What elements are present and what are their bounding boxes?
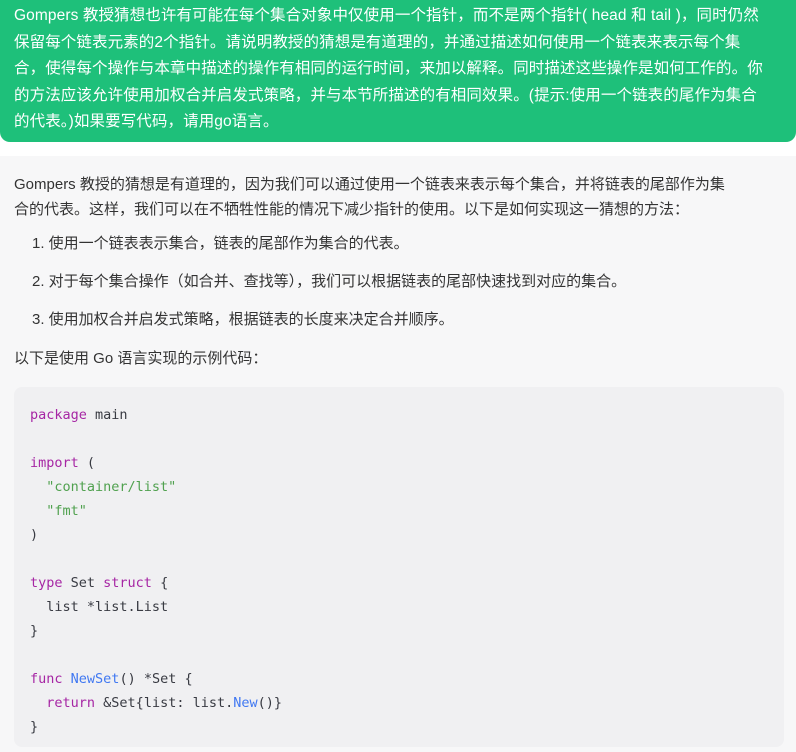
code-text: ()} [257, 695, 282, 711]
step-item-1: 1. 使用一个链表表示集合，链表的尾部作为集合的代表。 [32, 235, 409, 252]
code-text: ) [30, 527, 39, 543]
code-text: list [30, 599, 87, 615]
code-keyword: struct [103, 575, 152, 591]
code-block[interactable]: package main import ( "container/list" "… [14, 387, 784, 747]
step-item-2: 2. 对于每个集合操作（如合并、查找等），我们可以根据链表的尾部快速找到对应的集… [32, 273, 627, 290]
code-content: package main import ( "container/list" "… [30, 403, 768, 739]
answer-intro: Gompers 教授的猜想是有道理的，因为我们可以通过使用一个链表来表示每个集合… [14, 172, 782, 222]
code-text: { [151, 575, 169, 591]
code-text: () *Set { [119, 671, 193, 687]
code-text: *list.List [86, 599, 169, 615]
question-line-2: 保留每个链表元素的2个指针。请说明教授的猜想是有道理的，并通过描述如何使用一个链… [14, 33, 741, 51]
step-item-3: 3. 使用加权合并启发式策略，根据链表的长度来决定合并顺序。 [32, 311, 454, 328]
code-lead-text: 以下是使用 Go 语言实现的示例代码： [14, 350, 268, 367]
question-line-1: Gompers 教授猜想也许有可能在每个集合对象中仅使用一个指针，而不是两个指针… [14, 7, 759, 24]
assistant-answer: Gompers 教授的猜想是有道理的，因为我们可以通过使用一个链表来表示每个集合… [0, 156, 796, 752]
code-keyword: type [30, 575, 63, 591]
code-string: "fmt" [46, 503, 87, 519]
code-text: } [30, 623, 39, 639]
answer-intro-line-2: 合的代表。这样，我们可以在不牺牲性能的情况下减少指针的使用。以下是如何实现这一猜… [14, 201, 690, 218]
question-line-5: 的代表。)如果要写代码，请用go语言。 [14, 113, 279, 130]
question-line-3: 合，使得每个操作与本章中描述的操作有相同的运行时间，来加以解释。同时描述这些操作… [14, 60, 763, 77]
code-text: } [30, 719, 39, 735]
code-function: New [233, 695, 258, 711]
user-question-bubble: Gompers 教授猜想也许有可能在每个集合对象中仅使用一个指针，而不是两个指针… [0, 0, 796, 142]
question-line-4: 的方法应该允许使用加权合并启发式策略，并与本节所描述的有相同效果。(提示:使用一… [14, 86, 757, 104]
code-text: main [86, 407, 128, 423]
code-keyword: func [30, 671, 63, 687]
message-separator [0, 142, 796, 156]
code-keyword: package [30, 407, 87, 423]
code-keyword: import [30, 455, 79, 471]
code-text: Set [62, 575, 104, 591]
code-string: "container/list" [46, 479, 177, 495]
answer-intro-line-1: Gompers 教授的猜想是有道理的，因为我们可以通过使用一个链表来表示每个集合… [14, 176, 725, 193]
code-text: ( [78, 455, 96, 471]
steps-list: 1. 使用一个链表表示集合，链表的尾部作为集合的代表。 2. 对于每个集合操作（… [14, 232, 782, 332]
code-function: NewSet [70, 671, 120, 687]
code-keyword: return [46, 695, 96, 711]
code-text: &Set{list: list. [95, 695, 234, 711]
